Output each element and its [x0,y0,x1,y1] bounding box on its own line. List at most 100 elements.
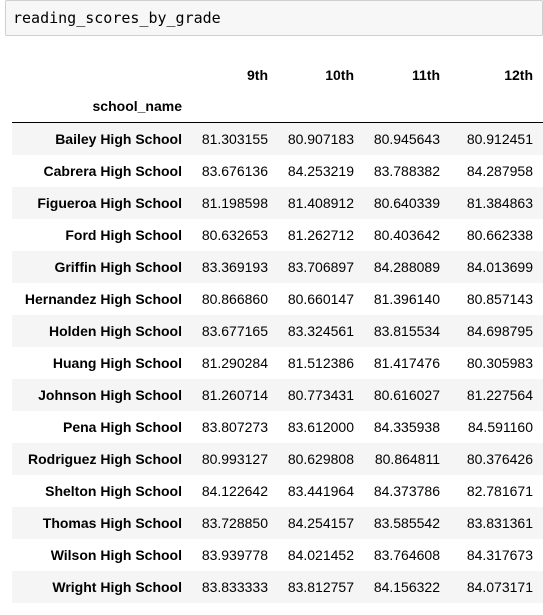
table-cell: 80.773431 [287,386,354,403]
table-cell: 81.512386 [287,354,354,371]
table-cell: 84.156322 [373,578,440,595]
dataframe-table: 9th 10th 11th 12th school_name Bailey Hi… [12,60,543,603]
column-header-row: 9th 10th 11th 12th [12,60,543,90]
row-index-label: Ford High School [65,226,182,243]
table-cell: 81.260714 [201,386,268,403]
row-index-label: Huang High School [52,354,182,371]
table-cell: 80.864811 [374,450,440,467]
table-cell: 84.122642 [201,482,268,499]
table-cell: 80.305983 [466,354,533,371]
row-index-label: Shelton High School [45,482,182,499]
table-cell: 81.290284 [201,354,268,371]
table-cell: 83.706897 [287,258,354,275]
table-cell: 84.335938 [373,418,440,435]
table-cell: 80.945643 [373,130,440,147]
table-cell: 81.384863 [466,194,533,211]
table-row: Bailey High School 81.303155 80.907183 80.9… [12,122,543,155]
table-cell: 84.013699 [466,258,533,275]
table-cell: 83.728850 [201,514,268,531]
row-index-label: Griffin High School [54,258,182,275]
index-name: school_name [92,98,182,114]
table-cell: 84.253219 [287,162,354,179]
table-cell: 84.373786 [373,482,440,499]
table-cell: 84.287958 [466,162,533,179]
table-cell: 82.781671 [466,482,533,499]
column-header: 11th [411,67,440,83]
table-cell: 80.640339 [373,194,440,211]
row-index-label: Wilson High School [50,546,182,563]
column-header: 9th [247,67,268,83]
output-area: 9th 10th 11th 12th school_name Bailey Hi… [12,60,543,603]
table-cell: 83.369193 [201,258,268,275]
index-name-row: school_name [12,90,543,123]
table-row: Huang High School 81.290284 81.512386 81.41… [12,346,543,379]
table-row: Cabrera High School 83.676136 84.253219 83.… [12,154,543,187]
table-row: Thomas High School 83.728850 84.254157 83.5… [12,506,543,539]
table-row: Griffin High School 83.369193 83.706897 84.… [12,250,543,283]
table-cell: 81.396140 [373,290,440,307]
table-cell: 80.632653 [201,226,268,243]
table-row: Pena High School 83.807273 83.612000 84.335… [12,410,543,443]
table-cell: 80.857143 [466,290,533,307]
table-cell: 81.227564 [466,386,533,403]
table-cell: 83.677165 [201,322,268,339]
table-row: Johnson High School 81.260714 80.773431 80.… [12,378,543,411]
row-index-label: Wright High School [52,578,182,595]
table-cell: 80.912451 [466,130,533,147]
table-cell: 84.698795 [466,322,533,339]
table-cell: 83.807273 [201,418,268,435]
table-cell: 83.815534 [373,322,440,339]
row-index-label: Cabrera High School [43,162,182,179]
code-text[interactable]: reading_scores_by_grade [13,9,221,27]
table-cell: 84.254157 [287,514,354,531]
row-index-label: Thomas High School [42,514,182,531]
row-index-label: Rodriguez High School [28,450,182,467]
table-cell: 81.262712 [287,226,354,243]
table-cell: 83.939778 [201,546,268,563]
code-input-cell[interactable]: reading_scores_by_grade [5,0,543,36]
table-cell: 80.403642 [373,226,440,243]
table-row: Wilson High School 83.939778 84.021452 83.7… [12,538,543,571]
table-cell: 84.591160 [467,418,533,435]
table-cell: 80.660147 [287,290,354,307]
dataframe-body: Bailey High School 81.303155 80.907183 80.9… [12,122,543,603]
table-cell: 83.812757 [287,578,354,595]
table-cell: 81.303155 [201,130,268,147]
table-cell: 83.833333 [201,578,268,595]
table-cell: 84.317673 [466,546,533,563]
table-cell: 81.198598 [201,194,268,211]
table-cell: 80.662338 [466,226,533,243]
table-cell: 80.993127 [201,450,268,467]
table-cell: 83.764608 [373,546,440,563]
table-row: Figueroa High School 81.198598 81.408912 80… [12,186,543,219]
table-cell: 81.408912 [287,194,354,211]
column-header: 12th [504,67,533,83]
table-row: Shelton High School 84.122642 83.441964 84.… [12,474,543,507]
table-row: Holden High School 83.677165 83.324561 83.8… [12,314,543,347]
table-row: Hernandez High School 80.866860 80.660147 8… [12,282,543,315]
table-cell: 80.616027 [373,386,440,403]
table-cell: 83.676136 [201,162,268,179]
row-index-label: Hernandez High School [24,290,182,307]
table-cell: 83.441964 [287,482,354,499]
row-index-label: Holden High School [49,322,182,339]
table-cell: 84.021452 [287,546,354,563]
table-cell: 80.866860 [201,290,268,307]
row-index-label: Johnson High School [38,386,182,403]
table-cell: 80.376426 [466,450,533,467]
table-cell: 80.629808 [287,450,354,467]
table-cell: 84.288089 [373,258,440,275]
column-header: 10th [325,67,354,83]
table-cell: 83.788382 [373,162,440,179]
table-cell: 84.073171 [466,578,533,595]
table-row: Wright High School 83.833333 83.812757 84.1… [12,570,543,603]
table-cell: 80.907183 [287,130,354,147]
table-cell: 83.585542 [373,514,440,531]
table-cell: 83.831361 [466,514,533,531]
column-header-corner [12,60,192,90]
row-index-label: Figueroa High School [37,194,182,211]
table-cell: 81.417476 [373,354,440,371]
table-row: Ford High School 80.632653 81.262712 80.403… [12,218,543,251]
table-cell: 83.612000 [287,418,354,435]
row-index-label: Bailey High School [55,130,182,147]
